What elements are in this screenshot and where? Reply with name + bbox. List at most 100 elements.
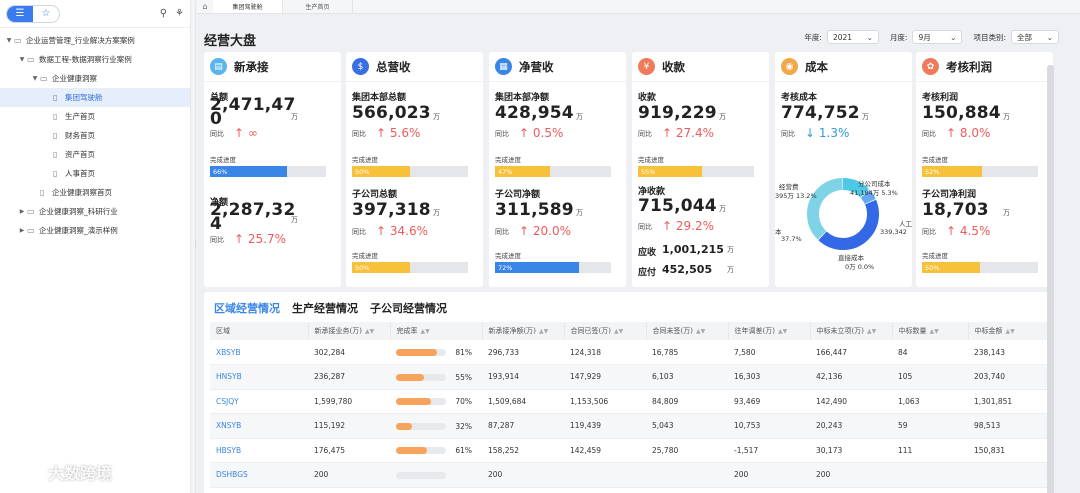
sort-icon[interactable]: ▲▼ — [930, 328, 939, 335]
card-title: 总营收 — [376, 59, 411, 74]
region-link[interactable]: DSHBGS — [210, 462, 308, 488]
sort-icon[interactable]: ▲▼ — [1006, 328, 1015, 335]
unit-label: 万 — [727, 266, 734, 274]
sort-icon[interactable]: ▲▼ — [696, 328, 705, 335]
column-header-label: 区域 — [216, 327, 230, 335]
tree-item[interactable]: ▼ ▭ 数据工程-数据洞察行业案例 — [0, 50, 190, 69]
region-link[interactable]: XBSYB — [210, 340, 308, 365]
yoy-value: ↑ 20.0% — [519, 224, 571, 238]
tree-item-label: 企业健康洞察首页 — [52, 188, 112, 197]
sort-icon[interactable]: ▲▼ — [778, 328, 787, 335]
unit-label: 万 — [576, 209, 583, 217]
tab-bar: ⌂ 集团驾驶舱 生产首页 — [197, 0, 1080, 14]
table-cell: 203,740 — [968, 364, 1048, 390]
sidebar-splitter[interactable]: ⋮ — [191, 0, 199, 493]
expand-arrow-icon[interactable]: ▶ — [17, 227, 27, 234]
collection-icon: ¥ — [638, 58, 655, 75]
progress-bar: 55% — [638, 166, 754, 177]
document-icon: ▯ — [53, 112, 58, 121]
document-icon: ▯ — [40, 188, 45, 197]
sort-icon[interactable]: ▲▼ — [867, 328, 876, 335]
tree-item[interactable]: ▯ 财务首页 — [0, 126, 190, 145]
category-select[interactable]: 全部 ⌄ — [1011, 30, 1059, 44]
sub-net-value: 311,589 — [495, 200, 574, 220]
table-cell: 1,301,851 — [968, 389, 1048, 414]
tree-item[interactable]: ▶ ▭ 企业健康洞察_科研行业 — [0, 202, 190, 221]
table-cell: 105 — [892, 364, 968, 390]
year-value: 2021 — [832, 32, 853, 42]
tree-item[interactable]: ▶ ▭ 企业健康洞察_演示样例 — [0, 221, 190, 240]
progress-label: 完成进度 — [352, 252, 378, 260]
pin-icon[interactable]: ⚘ — [175, 8, 184, 19]
tab-group-cockpit[interactable]: 集团驾驶舱 — [213, 0, 283, 13]
expand-arrow-icon[interactable]: ▼ — [4, 37, 14, 44]
favorite-star-icon[interactable]: ☆ — [33, 6, 59, 22]
expand-arrow-icon[interactable]: ▶ — [17, 208, 27, 215]
progress-label: 完成进度 — [210, 156, 236, 164]
region-link[interactable]: CSJQY — [210, 389, 308, 414]
column-header[interactable]: 中标未立项(万) ▲▼ — [810, 322, 893, 340]
column-header[interactable]: 新承接业务(万) ▲▼ — [308, 322, 391, 340]
tree-item[interactable]: ▯ 集团驾驶舱 — [0, 88, 190, 107]
yoy-label: 同比 — [638, 130, 652, 138]
month-select[interactable]: 9月 ⌄ — [912, 30, 963, 44]
column-header-label: 中标未立项(万) — [816, 327, 864, 335]
tree-item[interactable]: ▯ 生产首页 — [0, 107, 190, 126]
sort-icon[interactable]: ▲▼ — [539, 328, 548, 335]
yoy-label: 同比 — [922, 130, 936, 138]
progress-label: 完成进度 — [922, 156, 948, 164]
operations-panel: 区域经营情况 生产经营情况 子公司经营情况 区域 新承接业务(万) ▲▼ 完成率 ▲▼ 新… — [204, 292, 1053, 493]
completion-rate-fill — [396, 348, 437, 356]
tree-item-label: 企业健康洞察_科研行业 — [39, 207, 118, 216]
progress-fill: 55% — [638, 166, 702, 177]
column-header[interactable]: 合同已签(万) ▲▼ — [564, 322, 647, 340]
region-link[interactable]: XNSYB — [210, 413, 308, 439]
watermark: (o_o) 大数跨境 — [8, 460, 112, 484]
tree-item[interactable]: ▯ 企业健康洞察首页 — [0, 183, 190, 202]
home-icon[interactable]: ⌂ — [197, 0, 213, 13]
column-header[interactable]: 新承接净额(万) ▲▼ — [482, 322, 565, 340]
region-link[interactable]: HNSYB — [210, 364, 308, 390]
region-link[interactable]: HBSYB — [210, 438, 308, 463]
expand-arrow-icon[interactable]: ▼ — [17, 56, 27, 63]
profit-icon: ✿ — [922, 58, 939, 75]
tab-subsidiary-operations[interactable]: 子公司经营情况 — [370, 300, 447, 317]
table-cell — [390, 462, 482, 488]
search-icon[interactable]: ⚲ — [160, 8, 167, 19]
tab-production-home[interactable]: 生产首页 — [283, 0, 353, 13]
unit-label: 万 — [719, 205, 726, 213]
column-header[interactable]: 合同未签(万) ▲▼ — [646, 322, 729, 340]
column-header[interactable]: 完成率 ▲▼ — [390, 322, 483, 340]
tree-item[interactable]: ▯ 资产首页 — [0, 145, 190, 164]
table-cell: 296,733 — [482, 340, 564, 365]
table-cell: 1,063 — [892, 389, 968, 414]
column-header[interactable]: 中标金额 ▲▼ — [968, 322, 1049, 340]
tree-item[interactable]: ▼ ▭ 企业运营管理_行业解决方案案例 — [0, 31, 190, 50]
yoy-value: ↑ 8.0% — [946, 126, 991, 140]
column-header[interactable]: 区域 — [210, 322, 309, 340]
tree-item[interactable]: ▯ 人事首页 — [0, 164, 190, 183]
revenue-icon: $ — [352, 58, 369, 75]
card-total-revenue: $ 总营收 集团本部总额 566,023 万 同比 ↑ 5.6% 完成进度 50%… — [346, 52, 483, 287]
collected-value: 919,229 — [638, 103, 717, 123]
tree-item[interactable]: ▼ ▭ 企业健康洞察 — [0, 69, 190, 88]
sort-icon[interactable]: ▲▼ — [614, 328, 623, 335]
document-icon: ▯ — [53, 150, 58, 159]
column-header[interactable]: 往年调差(万) ▲▼ — [728, 322, 811, 340]
expand-arrow-icon[interactable]: ▼ — [30, 75, 40, 82]
table-cell: 150,831 — [968, 438, 1048, 463]
progress-fill: 50% — [352, 166, 410, 177]
tab-production-operations[interactable]: 生产经营情况 — [292, 300, 358, 317]
year-select[interactable]: 2021 ⌄ — [826, 30, 879, 44]
sort-icon[interactable]: ▲▼ — [365, 328, 374, 335]
donut-label-labor: 人工 — [899, 220, 912, 228]
list-view-icon[interactable]: ☰ — [7, 5, 33, 22]
document-icon: ▯ — [53, 131, 58, 140]
table-row: HNSYB 236,287 55% 193,914 147,929 6,103 16,303… — [210, 364, 1048, 390]
tree-item-label: 企业健康洞察 — [52, 74, 97, 83]
sort-icon[interactable]: ▲▼ — [421, 328, 430, 335]
net-value: 2,287,32 4 — [210, 202, 296, 233]
vertical-scrollbar[interactable] — [1047, 65, 1054, 493]
tab-region-operations[interactable]: 区域经营情况 — [214, 300, 280, 317]
column-header[interactable]: 中标数量 ▲▼ — [892, 322, 969, 340]
